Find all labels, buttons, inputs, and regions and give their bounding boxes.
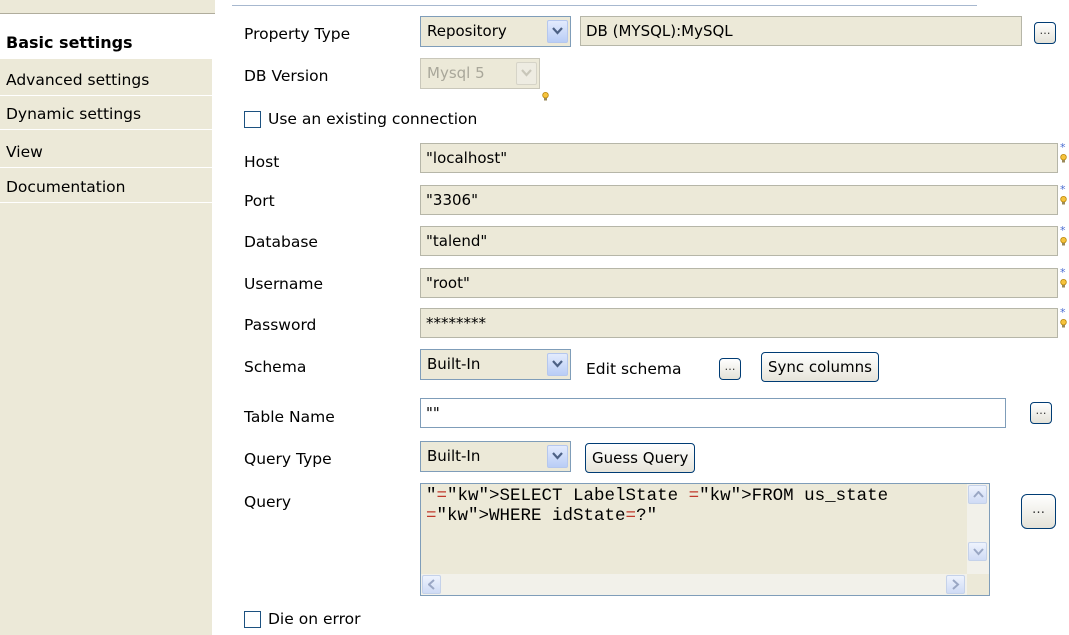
host-label: Host bbox=[244, 153, 280, 171]
query-label: Query bbox=[244, 493, 292, 511]
query-edit-button[interactable]: … bbox=[1021, 494, 1056, 529]
required-marker: * bbox=[1060, 266, 1069, 298]
database-field[interactable]: "talend" bbox=[420, 226, 1058, 256]
required-marker: * bbox=[1060, 306, 1069, 338]
database-label: Database bbox=[244, 233, 318, 251]
query-type-select-value: Built-In bbox=[427, 447, 481, 465]
query-line-2: ="kw">WHERE idState=?" bbox=[426, 506, 658, 526]
chevron-up-icon bbox=[973, 491, 984, 498]
port-field[interactable]: "3306" bbox=[420, 185, 1058, 215]
property-type-select-value: Repository bbox=[427, 22, 507, 40]
sidebar-separator bbox=[212, 28, 215, 635]
lightbulb-icon bbox=[1060, 237, 1067, 246]
ellipsis-icon: … bbox=[1035, 404, 1047, 417]
edit-schema-button[interactable]: … bbox=[719, 358, 741, 380]
lightbulb-icon bbox=[542, 92, 549, 101]
query-type-select[interactable]: Built-In bbox=[420, 441, 571, 472]
port-label: Port bbox=[244, 192, 275, 210]
table-name-field[interactable]: "" bbox=[420, 398, 1006, 428]
asterisk-icon: * bbox=[1060, 141, 1066, 154]
query-code: "="kw">SELECT LabelState ="kw">FROM us_s… bbox=[426, 486, 888, 526]
lightbulb-icon bbox=[1060, 154, 1067, 163]
required-marker: * bbox=[1060, 224, 1069, 256]
chevron-down-icon bbox=[547, 353, 568, 376]
query-editor[interactable]: "="kw">SELECT LabelState ="kw">FROM us_s… bbox=[420, 483, 990, 596]
required-marker: * bbox=[1060, 183, 1069, 215]
asterisk-icon: * bbox=[1060, 183, 1066, 196]
scroll-right-button[interactable] bbox=[946, 575, 965, 594]
chevron-down-icon bbox=[973, 548, 984, 556]
asterisk-icon: * bbox=[1060, 224, 1066, 237]
asterisk-icon: * bbox=[1060, 306, 1066, 319]
password-field[interactable]: ******** bbox=[420, 308, 1058, 338]
lightbulb-icon bbox=[1060, 319, 1067, 328]
property-browse-button[interactable]: … bbox=[1034, 22, 1056, 44]
property-type-select[interactable]: Repository bbox=[420, 16, 571, 47]
query-type-label: Query Type bbox=[244, 450, 332, 468]
sidebar-item-dynamic-settings[interactable]: Dynamic settings bbox=[0, 99, 215, 130]
chevron-left-icon bbox=[428, 579, 435, 590]
die-on-error-checkbox[interactable] bbox=[244, 611, 261, 628]
use-existing-connection-checkbox[interactable] bbox=[244, 111, 261, 128]
sidebar: Basic settings Advanced settings Dynamic… bbox=[0, 0, 215, 635]
die-on-error-label: Die on error bbox=[268, 610, 361, 628]
scroll-left-button[interactable] bbox=[422, 575, 441, 594]
table-name-browse-button[interactable]: … bbox=[1030, 402, 1052, 424]
password-label: Password bbox=[244, 316, 317, 334]
chevron-down-icon bbox=[516, 62, 537, 85]
use-existing-connection-label: Use an existing connection bbox=[268, 110, 478, 128]
property-type-label: Property Type bbox=[244, 25, 351, 43]
sidebar-item-advanced-settings[interactable]: Advanced settings bbox=[0, 65, 215, 96]
schema-label: Schema bbox=[244, 358, 307, 376]
username-field[interactable]: "root" bbox=[420, 268, 1058, 298]
table-name-label: Table Name bbox=[244, 408, 335, 426]
db-version-select-value: Mysql 5 bbox=[427, 64, 485, 82]
ellipsis-icon: … bbox=[724, 360, 736, 373]
sidebar-item-view[interactable]: View bbox=[0, 137, 215, 168]
chevron-down-icon bbox=[547, 20, 568, 43]
scroll-down-button[interactable] bbox=[968, 542, 987, 561]
sidebar-item-documentation[interactable]: Documentation bbox=[0, 172, 215, 203]
db-version-select[interactable]: Mysql 5 bbox=[420, 58, 540, 89]
sidebar-item-basic-settings[interactable]: Basic settings bbox=[0, 28, 215, 59]
edit-schema-label: Edit schema bbox=[586, 360, 682, 378]
schema-select[interactable]: Built-In bbox=[420, 349, 571, 380]
asterisk-icon: * bbox=[1060, 266, 1066, 279]
required-marker: * bbox=[1060, 141, 1069, 173]
lightbulb-icon bbox=[1060, 196, 1067, 205]
scroll-up-button[interactable] bbox=[968, 485, 987, 504]
query-horizontal-scrollbar[interactable] bbox=[421, 574, 967, 595]
chevron-down-icon bbox=[547, 445, 568, 468]
query-line-1: "="kw">SELECT LabelState ="kw">FROM us_s… bbox=[426, 486, 889, 506]
username-label: Username bbox=[244, 275, 324, 293]
chevron-right-icon bbox=[952, 579, 960, 590]
property-repository-field[interactable]: DB (MYSQL):MySQL bbox=[580, 16, 1022, 46]
schema-select-value: Built-In bbox=[427, 355, 481, 373]
ellipsis-icon: … bbox=[1039, 24, 1051, 37]
db-version-label: DB Version bbox=[244, 67, 329, 85]
ellipsis-icon: … bbox=[1032, 502, 1045, 517]
lightbulb-icon bbox=[1060, 279, 1067, 288]
top-divider bbox=[232, 5, 977, 6]
sync-columns-button[interactable]: Sync columns bbox=[761, 352, 879, 382]
guess-query-button[interactable]: Guess Query bbox=[585, 443, 696, 473]
query-vertical-scrollbar[interactable] bbox=[967, 484, 989, 574]
sidebar-top-stub bbox=[0, 0, 215, 14]
host-field[interactable]: "localhost" bbox=[420, 143, 1058, 173]
